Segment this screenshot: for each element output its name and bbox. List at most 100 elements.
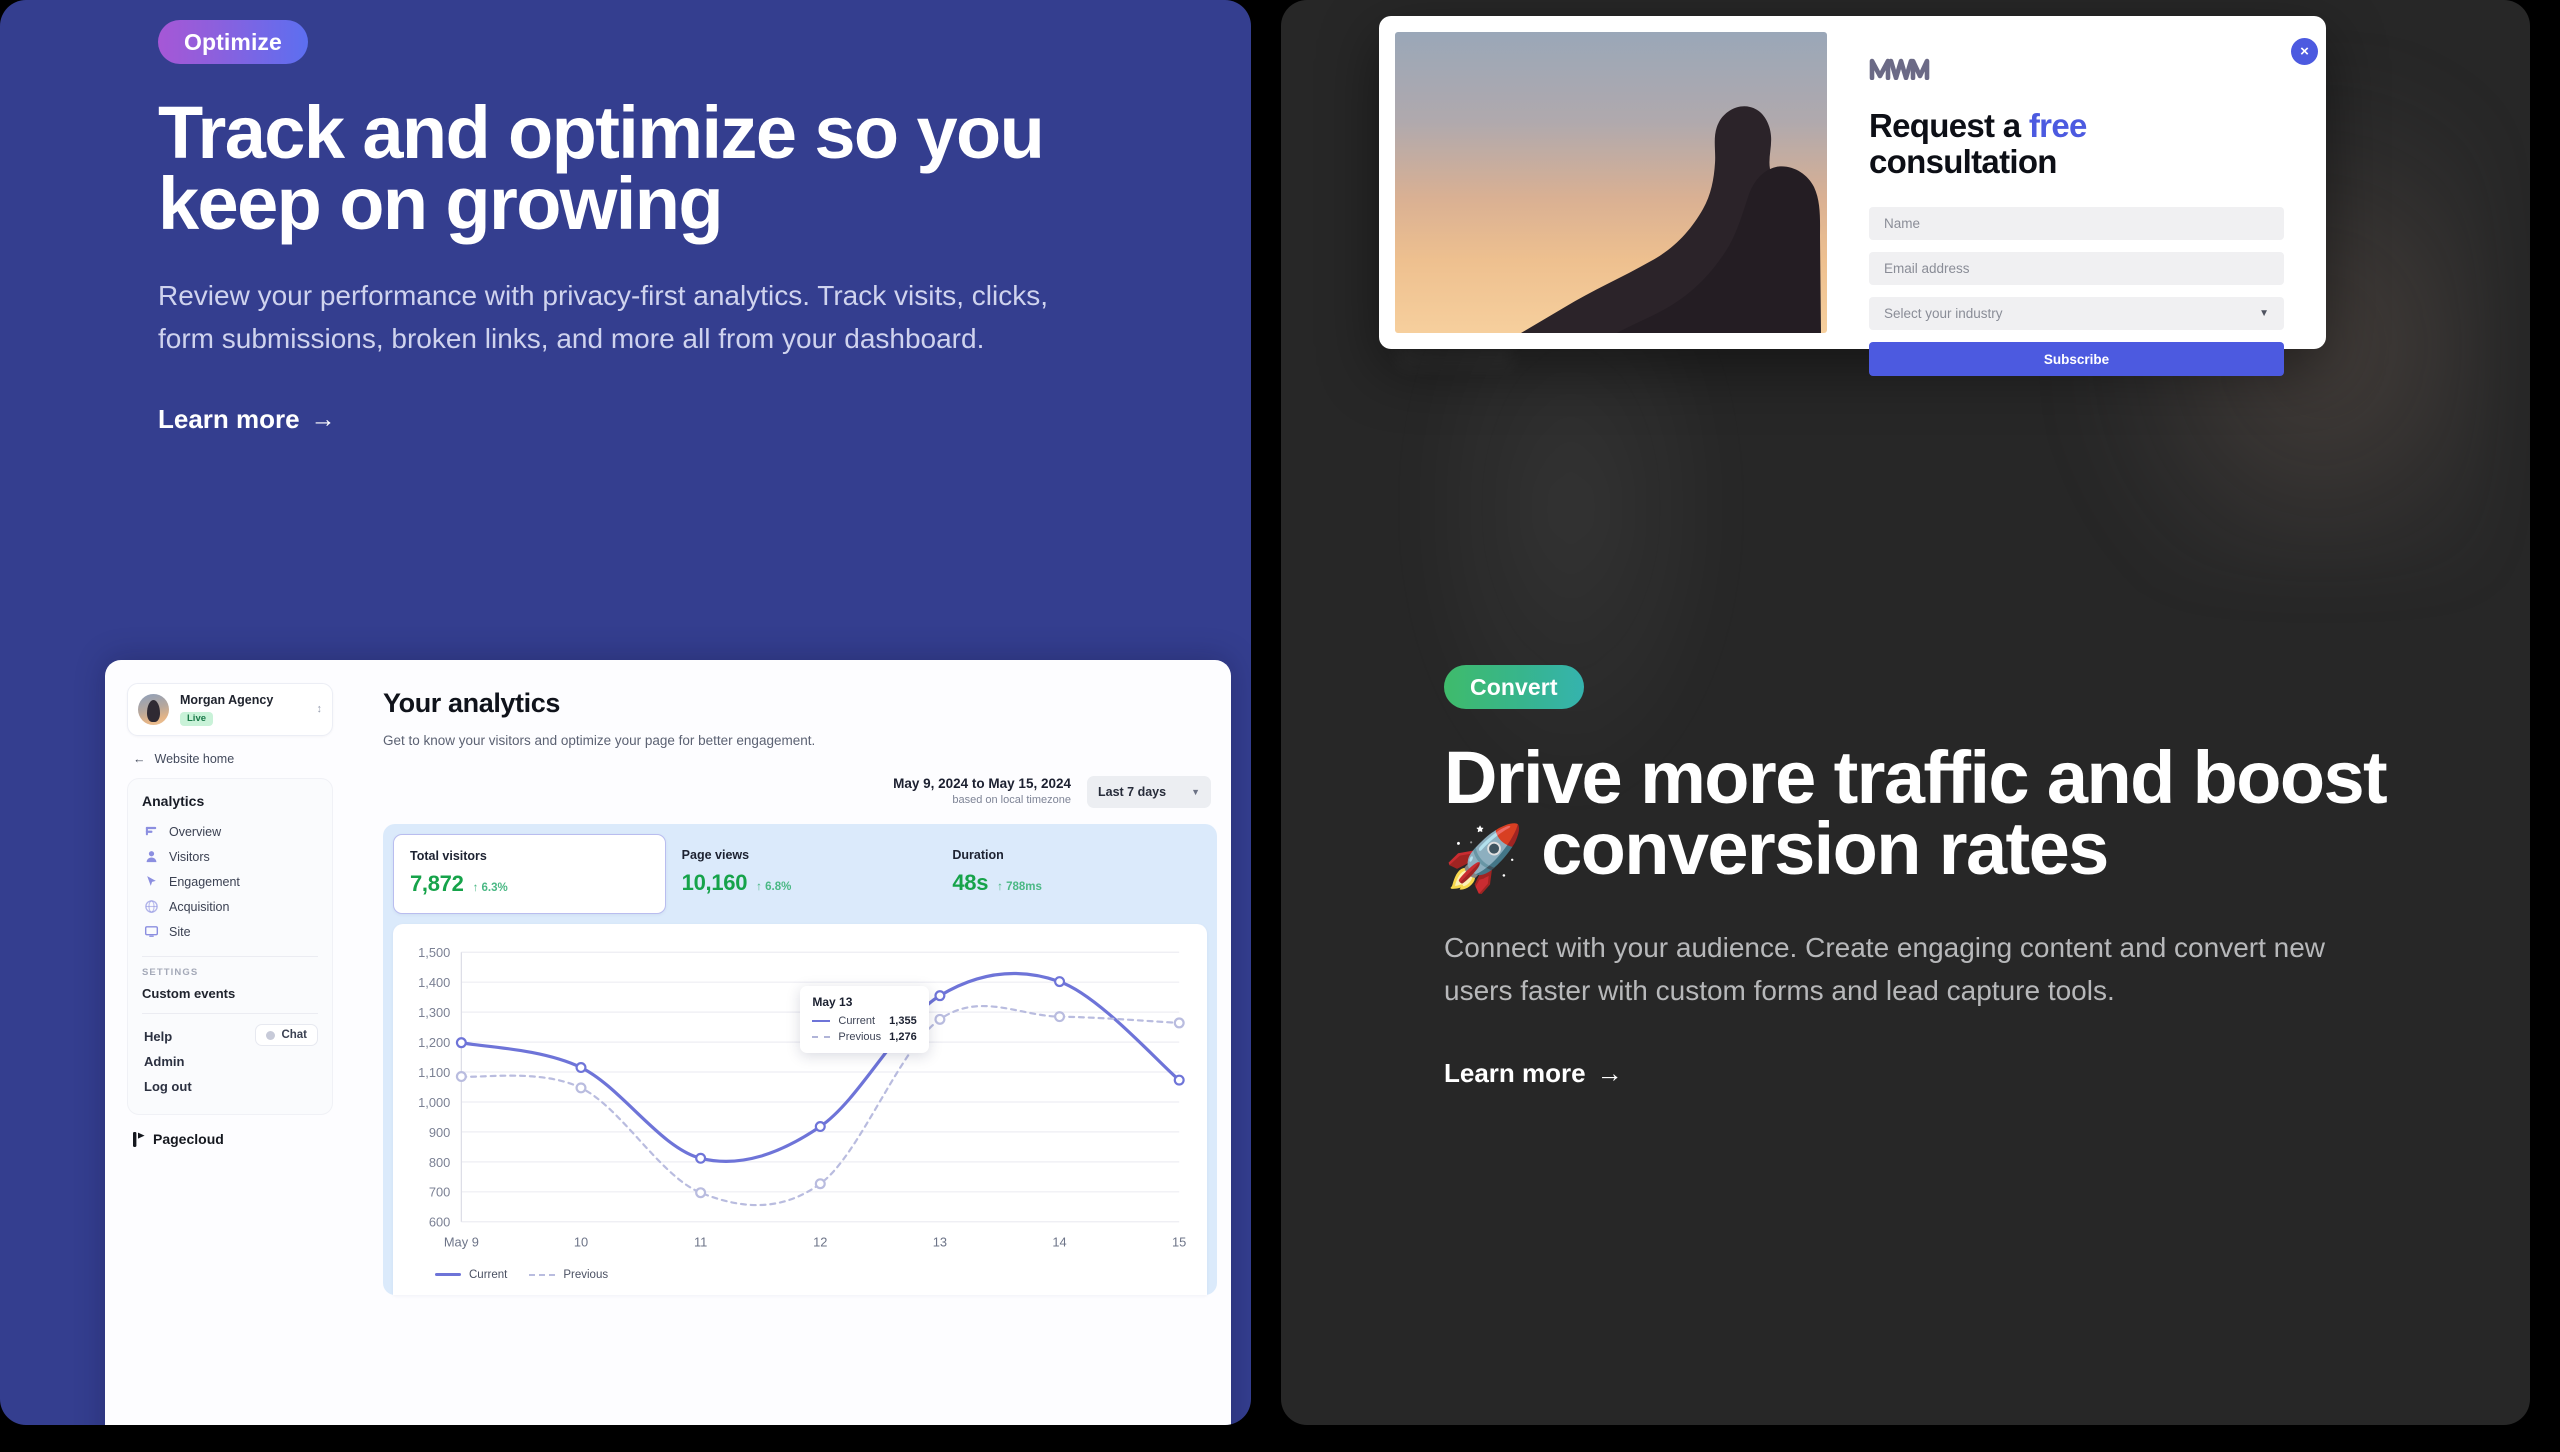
chevron-down-icon: ▼ xyxy=(2259,308,2269,320)
sidebar-item-label: Engagement xyxy=(169,874,240,889)
arrow-left-icon: ← xyxy=(133,752,146,766)
optimize-body: Review your performance with privacy-fir… xyxy=(158,280,1048,354)
avatar xyxy=(138,694,169,725)
settings-section-label: SETTINGS xyxy=(142,967,199,978)
chevron-updown-icon: ↕ xyxy=(316,703,323,716)
svg-text:May 9: May 9 xyxy=(444,1234,479,1249)
modal-form-area: × Request a free consultation Name Email … xyxy=(1827,32,2318,377)
stats-panel: Total visitors 7,872 ↑ 6.3% Page views 1… xyxy=(383,824,1217,1295)
range-select[interactable]: Last 7 days ▼ xyxy=(1087,776,1211,808)
silhouette-figure xyxy=(1521,106,1821,333)
tooltip-series-value: 1,355 xyxy=(889,1015,917,1027)
timezone-note: based on local timezone xyxy=(952,794,1071,806)
analytics-dashboard-mockup: Morgan Agency Live ↕ ← Website home Anal… xyxy=(105,660,1231,1425)
svg-text:15: 15 xyxy=(1172,1234,1186,1249)
svg-text:800: 800 xyxy=(429,1155,450,1170)
range-select-value: Last 7 days xyxy=(1098,785,1167,799)
convert-learn-more-link[interactable]: Learn more → xyxy=(1444,1058,1623,1089)
tooltip-swatch-dashed xyxy=(812,1036,831,1038)
subscribe-button[interactable]: Subscribe xyxy=(1869,342,2284,377)
tooltip-title: May 13 xyxy=(812,995,853,1009)
email-field[interactable]: Email address xyxy=(1869,252,2284,286)
legend-item-previous: Previous xyxy=(529,1269,608,1281)
sidebar-item-admin[interactable]: Admin xyxy=(142,1049,318,1074)
learn-more-label: Learn more xyxy=(158,404,300,435)
date-controls: May 9, 2024 to May 15, 2024 based on loc… xyxy=(383,776,1231,808)
pagecloud-brand: Pagecloud xyxy=(127,1115,333,1147)
optimize-learn-more-link[interactable]: Learn more → xyxy=(158,404,336,435)
modal-title: Request a free consultation xyxy=(1869,108,2284,179)
tooltip-series-name: Current xyxy=(838,1015,876,1027)
convert-heading: Drive more traffic and boost 🚀 conversio… xyxy=(1444,741,2440,891)
sidebar-item-custom-events[interactable]: Custom events xyxy=(142,986,318,1001)
tooltip-series-value: 1,276 xyxy=(889,1031,917,1043)
arrow-right-icon: → xyxy=(1596,1057,1623,1088)
tooltip-row-previous: Previous 1,276 xyxy=(812,1031,917,1043)
convert-content: Convert Drive more traffic and boost 🚀 c… xyxy=(1444,665,2440,1089)
dashboard-sidebar: Morgan Agency Live ↕ ← Website home Anal… xyxy=(105,660,353,1425)
stat-label: Duration xyxy=(952,848,1004,862)
dashboard-main: Your analytics Get to know your visitors… xyxy=(353,660,1231,1425)
name-field[interactable]: Name xyxy=(1869,207,2284,241)
sidebar-item-engagement[interactable]: Engagement xyxy=(142,869,318,894)
date-range-label: May 9, 2024 to May 15, 2024 xyxy=(893,776,1071,791)
optimize-panel: Optimize Track and optimize so you keep … xyxy=(0,0,1251,1425)
stat-value: 48s xyxy=(952,870,989,895)
modal-title-highlight: free xyxy=(2028,107,2087,144)
page-title: Your analytics xyxy=(383,688,560,718)
sidebar-item-label: Visitors xyxy=(169,849,210,864)
stat-delta: ↑ 6.8% xyxy=(756,881,792,893)
legend-swatch-dashed xyxy=(529,1273,556,1276)
optimize-badge: Optimize xyxy=(158,20,308,64)
stat-value: 7,872 xyxy=(410,871,464,896)
svg-text:1,100: 1,100 xyxy=(418,1065,450,1080)
stat-card-page-views[interactable]: Page views 10,160 ↑ 6.8% xyxy=(666,834,937,914)
stat-card-duration[interactable]: Duration 48s ↑ 788ms xyxy=(936,834,1207,914)
industry-select[interactable]: Select your industry ▼ xyxy=(1869,297,2284,331)
convert-heading-post: conversion rates xyxy=(1541,807,2109,891)
stat-delta: ↑ 788ms xyxy=(997,881,1042,893)
learn-more-label: Learn more xyxy=(1444,1057,1586,1088)
svg-text:1,400: 1,400 xyxy=(418,975,450,990)
sidebar-item-label: Acquisition xyxy=(169,899,230,914)
stat-delta: ↑ 6.3% xyxy=(472,882,508,894)
svg-text:600: 600 xyxy=(429,1215,450,1230)
svg-text:1,300: 1,300 xyxy=(418,1005,450,1020)
close-icon[interactable]: × xyxy=(2291,38,2318,65)
consultation-modal: × Request a free consultation Name Email … xyxy=(1379,16,2326,377)
sidebar-item-logout[interactable]: Log out xyxy=(142,1074,318,1099)
modal-title-post: consultation xyxy=(1869,142,2057,180)
sidebar-item-visitors[interactable]: Visitors xyxy=(142,844,318,869)
sidebar-item-overview[interactable]: Overview xyxy=(142,819,318,844)
stat-label: Page views xyxy=(681,848,750,862)
workspace-switcher[interactable]: Morgan Agency Live ↕ xyxy=(127,683,333,736)
svg-text:1,200: 1,200 xyxy=(418,1035,450,1050)
tooltip-swatch-solid xyxy=(812,1020,831,1022)
workspace-name: Morgan Agency xyxy=(180,693,274,707)
chart-tooltip: May 13 Current 1,355 Previous 1,276 xyxy=(800,986,929,1053)
svg-text:900: 900 xyxy=(429,1125,450,1140)
legend-label: Current xyxy=(469,1268,508,1281)
email-placeholder: Email address xyxy=(1884,261,1970,277)
monitor-icon xyxy=(144,926,159,937)
modal-title-pre: Request a xyxy=(1869,107,2029,144)
cursor-icon xyxy=(147,876,156,886)
sidebar-item-acquisition[interactable]: Acquisition xyxy=(142,894,318,919)
globe-icon xyxy=(145,900,158,913)
sidebar-item-site[interactable]: Site xyxy=(142,919,318,944)
stat-card-total-visitors[interactable]: Total visitors 7,872 ↑ 6.3% xyxy=(393,834,666,914)
stat-value: 10,160 xyxy=(681,870,748,895)
website-home-link[interactable]: ← Website home xyxy=(127,736,333,778)
modal-hero-image xyxy=(1395,32,1827,333)
svg-text:14: 14 xyxy=(1052,1234,1066,1249)
svg-text:12: 12 xyxy=(813,1234,827,1249)
page-subtitle: Get to know your visitors and optimize y… xyxy=(383,733,816,748)
svg-text:11: 11 xyxy=(694,1234,707,1249)
divider xyxy=(142,1013,318,1014)
website-home-label: Website home xyxy=(154,752,235,766)
visitors-line-chart: 600 700 800 900 1,000 1,100 1,200 1,300 1,400 1,5… xyxy=(393,924,1207,1295)
bar-chart-icon xyxy=(145,826,157,836)
chat-button[interactable]: Chat xyxy=(255,1024,318,1046)
chat-label: Chat xyxy=(281,1029,307,1041)
name-placeholder: Name xyxy=(1884,216,1921,232)
